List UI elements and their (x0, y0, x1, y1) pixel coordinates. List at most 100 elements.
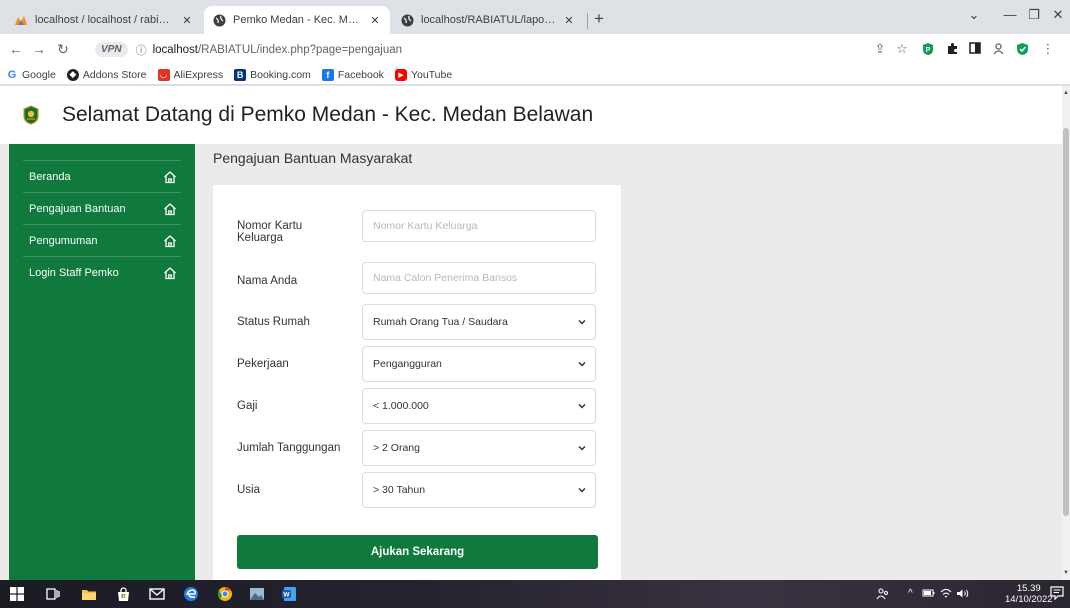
site-header: Selamat Datang di Pemko Medan - Kec. Med… (0, 86, 1062, 144)
close-icon[interactable]: ✕ (562, 14, 576, 27)
edge-browser-icon[interactable] (182, 585, 200, 603)
scroll-down-arrow[interactable]: ▼ (1063, 570, 1069, 576)
url-text: localhost/RABIATUL/index.php?page=pengaj… (153, 44, 402, 56)
nama-input[interactable] (373, 272, 595, 284)
address-bar[interactable]: VPN ⓘ localhost/RABIATUL/index.php?page=… (95, 38, 860, 61)
usia-select[interactable]: > 30 Tahun (362, 472, 596, 508)
select-value: Pengangguran (373, 358, 442, 370)
bookmark-label: Facebook (337, 68, 384, 81)
windows-start-icon[interactable] (8, 585, 26, 603)
forward-button[interactable]: → (31, 41, 47, 57)
scroll-thumb[interactable] (1063, 128, 1069, 516)
share-icon[interactable]: ⇪ (872, 42, 888, 56)
tab-separator (587, 13, 588, 29)
bookmark-label: YouTube (410, 68, 453, 81)
sidebar-item-login-staff[interactable]: Login Staff Pemko (23, 256, 181, 288)
youtube-icon: ▶ (394, 68, 407, 81)
taskbar-clock[interactable]: 15.39 14/10/2022 (1005, 583, 1053, 605)
sidebar-item-label: Pengumuman (29, 234, 98, 247)
restore-button[interactable]: ❐ (1024, 7, 1044, 23)
booking-icon: B (234, 68, 247, 81)
store-bag-icon[interactable] (114, 585, 132, 603)
tab-strip: localhost / localhost / rabiatul | p ✕ P… (0, 0, 1070, 34)
bookmark-google[interactable]: G Google (6, 69, 56, 81)
info-icon[interactable]: ⓘ (136, 42, 147, 58)
tab-laporan[interactable]: localhost/RABIATUL/laporan_ana ✕ (392, 6, 584, 34)
mail-icon[interactable] (148, 585, 166, 603)
bookmark-label: Google (22, 68, 56, 81)
nkk-input[interactable] (373, 220, 595, 232)
nkk-field[interactable] (362, 210, 596, 242)
task-view-icon[interactable] (44, 585, 62, 603)
tray-chevron-up-icon[interactable]: ^ (908, 588, 913, 599)
pemko-medan-logo (23, 105, 39, 125)
extension-p-icon[interactable]: P (920, 42, 936, 59)
back-button[interactable]: ← (8, 41, 24, 57)
scroll-up-arrow[interactable]: ▲ (1063, 90, 1069, 96)
vpn-badge[interactable]: VPN (95, 42, 128, 57)
submit-button[interactable]: Ajukan Sekarang (237, 535, 598, 569)
new-tab-button[interactable]: + (594, 10, 604, 27)
people-icon[interactable] (876, 588, 890, 603)
select-value: > 30 Tahun (373, 484, 426, 496)
phpmyadmin-icon (14, 13, 28, 27)
form-card: Nomor Kartu Keluarga Nama Anda Status Ru… (213, 185, 621, 580)
side-panel-icon[interactable] (967, 42, 983, 57)
battery-icon[interactable] (922, 588, 936, 601)
bookmark-booking[interactable]: B Booking.com (234, 68, 311, 81)
extensions-puzzle-icon[interactable] (944, 42, 960, 58)
nkk-label: Nomor Kartu Keluarga (237, 220, 303, 244)
nama-label: Nama Anda (237, 275, 298, 287)
clock-date: 14/10/2022 (1005, 594, 1053, 605)
sidebar-item-pengajuan-bantuan[interactable]: Pengajuan Bantuan (23, 192, 181, 224)
nama-field[interactable] (362, 262, 596, 294)
profile-icon[interactable] (990, 42, 1006, 58)
jumlah-tanggungan-select[interactable]: > 2 Orang (362, 430, 596, 466)
url-host: localhost (152, 43, 198, 56)
sidebar: Beranda Pengajuan Bantuan Pengumuman Log… (9, 144, 195, 580)
notification-icon[interactable] (1050, 586, 1064, 603)
speaker-icon[interactable] (956, 588, 970, 602)
word-icon[interactable]: W (280, 585, 298, 603)
pekerjaan-label: Pekerjaan (237, 358, 289, 370)
addons-icon: ◆ (66, 68, 79, 81)
reload-button[interactable]: ↻ (55, 41, 71, 57)
tab-phpmyadmin[interactable]: localhost / localhost / rabiatul | p ✕ (6, 6, 202, 34)
sidebar-item-pengumuman[interactable]: Pengumuman (23, 224, 181, 256)
globe-icon (212, 13, 226, 27)
site-title: Selamat Datang di Pemko Medan - Kec. Med… (62, 103, 594, 126)
close-icon[interactable]: ✕ (368, 14, 382, 27)
pekerjaan-select[interactable]: Pengangguran (362, 346, 596, 382)
close-window-button[interactable]: ✕ (1048, 7, 1068, 23)
chrome-icon[interactable] (216, 585, 234, 603)
bookmark-star-icon[interactable]: ☆ (894, 42, 910, 56)
file-explorer-icon[interactable] (80, 585, 98, 603)
gaji-select[interactable]: < 1.000.000 (362, 388, 596, 424)
bookmark-aliexpress[interactable]: ◡ AliExpress (157, 68, 223, 81)
clock-time: 15.39 (1016, 583, 1041, 594)
wifi-icon[interactable] (940, 588, 952, 602)
sidebar-item-beranda[interactable]: Beranda (23, 160, 181, 192)
home-icon (164, 267, 176, 280)
page-viewport: Selamat Datang di Pemko Medan - Kec. Med… (0, 86, 1070, 580)
chevron-down-icon (578, 445, 586, 451)
close-icon[interactable]: ✕ (180, 14, 194, 27)
bookmark-label: Booking.com (250, 68, 311, 81)
bookmark-facebook[interactable]: f Facebook (321, 68, 384, 81)
menu-kebab-icon[interactable]: ⋮ (1040, 42, 1056, 56)
svg-text:P: P (926, 47, 931, 54)
bookmark-addons-store[interactable]: ◆ Addons Store (66, 68, 147, 81)
tab-title: localhost / localhost / rabiatul | p (35, 14, 174, 26)
chevron-down-icon (578, 403, 586, 409)
tab-search-button[interactable]: ⌄ (964, 7, 984, 23)
minimize-button[interactable]: — (1000, 7, 1020, 22)
bookmark-youtube[interactable]: ▶ YouTube (394, 68, 453, 81)
tab-pemko-medan[interactable]: Pemko Medan - Kec. Medan Bela ✕ (204, 6, 390, 34)
status-rumah-label: Status Rumah (237, 316, 310, 328)
chevron-down-icon (578, 487, 586, 493)
chevron-down-icon (578, 319, 586, 325)
usia-label: Usia (237, 484, 261, 496)
shield-check-icon[interactable] (1014, 42, 1030, 59)
status-rumah-select[interactable]: Rumah Orang Tua / Saudara (362, 304, 596, 340)
photos-app-icon[interactable] (248, 585, 266, 603)
